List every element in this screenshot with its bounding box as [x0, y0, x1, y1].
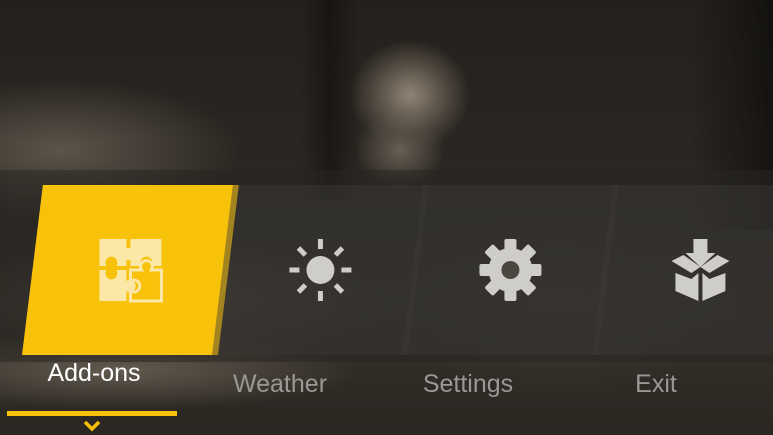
menu-label-settings[interactable]: Settings	[374, 370, 562, 399]
chevron-down-icon[interactable]	[83, 418, 101, 432]
home-screen: Add-ons Weather Settings Exit	[0, 0, 773, 435]
selection-underline	[7, 411, 177, 416]
menu-label-weather[interactable]: Weather	[186, 370, 374, 399]
sun-icon	[287, 237, 353, 303]
menu-tile-settings[interactable]	[402, 185, 619, 355]
menu-tile-exit[interactable]	[592, 185, 773, 355]
gear-icon	[476, 236, 544, 304]
menu-tile-weather[interactable]	[212, 185, 429, 355]
menu-label-exit[interactable]: Exit	[562, 370, 750, 399]
menu-label-add-ons[interactable]: Add-ons	[0, 359, 188, 388]
puzzle-icon	[97, 237, 163, 303]
menu-tile-add-ons[interactable]	[22, 185, 239, 355]
download-box-icon	[667, 237, 733, 303]
main-menu	[0, 185, 773, 355]
